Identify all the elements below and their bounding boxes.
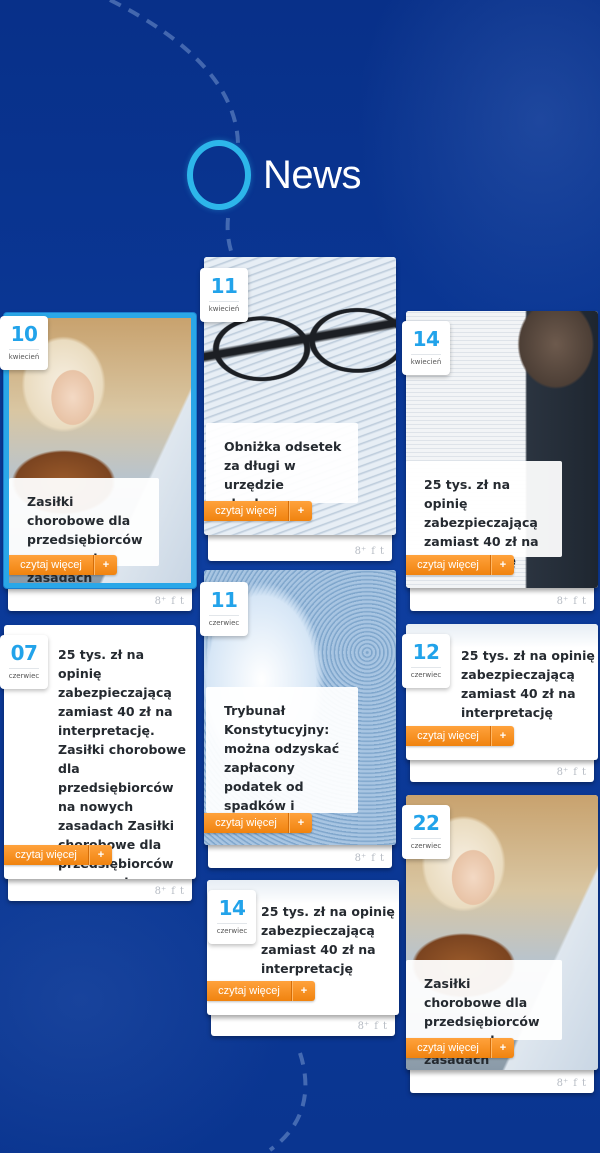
social-links: 8⁺ f t [557,596,586,607]
twitter-icon[interactable]: t [180,886,184,897]
google-plus-icon[interactable]: 8⁺ [355,853,367,864]
plus-icon: + [289,501,312,521]
read-more-button[interactable]: czytaj więcej + [4,845,112,865]
card-title[interactable]: 25 tys. zł na opinię zabezpieczającą zam… [406,461,562,568]
read-more-button[interactable]: czytaj więcej + [204,501,312,521]
plus-icon: + [491,1038,514,1058]
twitter-icon[interactable]: t [380,853,384,864]
news-card[interactable]: 8⁺ f t 25 tys. zł na opinię zabezpieczaj… [0,625,196,901]
read-more-button[interactable]: czytaj więcej + [406,1038,514,1058]
social-links: 8⁺ f t [557,1078,586,1089]
facebook-icon[interactable]: f [573,596,577,607]
date-badge: 10 kwiecień [0,316,48,370]
card-title[interactable]: Obniżka odsetek za długi w urzędzie skar… [206,423,358,511]
plus-icon: + [89,845,112,865]
card-title[interactable]: 25 tys. zł na opinię zabezpieczającą zam… [58,645,188,879]
google-plus-icon[interactable]: 8⁺ [155,886,167,897]
news-card[interactable]: 8⁺ f t 25 tys. zł na opinię zabezpieczaj… [207,880,399,1036]
card-title[interactable]: Zasiłki chorobowe dla przedsiębiorców na… [406,960,562,1067]
google-plus-icon[interactable]: 8⁺ [557,767,569,778]
twitter-icon[interactable]: t [180,596,184,607]
card-title[interactable]: 25 tys. zł na opinię zabezpieczającą zam… [461,646,596,722]
plus-icon: + [289,813,312,833]
read-more-button[interactable]: czytaj więcej + [9,555,117,575]
read-more-button[interactable]: czytaj więcej + [204,813,312,833]
google-plus-icon[interactable]: 8⁺ [355,546,367,557]
news-card[interactable]: 8⁺ f t Trybunał Konstytucyjny: można odz… [200,570,396,868]
plus-icon: + [292,981,315,1001]
plus-icon: + [94,555,117,575]
facebook-icon[interactable]: f [573,767,577,778]
card-title[interactable]: Trybunał Konstytucyjny: można odzyskać z… [206,687,358,832]
social-links: 8⁺ f t [155,886,184,897]
date-badge: 11 czerwiec [200,582,248,636]
date-badge: 11 kwiecień [200,268,248,322]
date-badge: 12 czerwiec [402,634,450,688]
read-more-button[interactable]: czytaj więcej + [406,555,514,575]
date-badge: 14 czerwiec [208,890,256,944]
card-title[interactable]: 25 tys. zł na opinię zabezpieczającą zam… [261,902,396,978]
twitter-icon[interactable]: t [582,767,586,778]
social-links: 8⁺ f t [557,767,586,778]
news-card[interactable]: 8⁺ f t 25 tys. zł na opinię zabezpieczaj… [402,624,598,782]
google-plus-icon[interactable]: 8⁺ [155,596,167,607]
facebook-icon[interactable]: f [371,546,375,557]
plus-icon: + [491,726,514,746]
news-card[interactable]: 8⁺ f t Obniżka odsetek za długi w urzędz… [200,257,396,561]
twitter-icon[interactable]: t [383,1021,387,1032]
card-title[interactable]: Zasiłki chorobowe dla przedsiębiorców na… [9,478,159,583]
twitter-icon[interactable]: t [582,1078,586,1089]
read-more-button[interactable]: czytaj więcej + [207,981,315,1001]
section-header: News [187,135,362,215]
facebook-icon[interactable]: f [171,596,175,607]
date-badge: 07 czerwiec [0,635,48,689]
news-card[interactable]: 8⁺ f t Zasiłki chorobowe dla przedsiębio… [0,313,196,611]
page-title: News [263,152,362,197]
google-plus-icon[interactable]: 8⁺ [358,1021,370,1032]
ring-icon [187,140,251,210]
facebook-icon[interactable]: f [371,853,375,864]
facebook-icon[interactable]: f [171,886,175,897]
facebook-icon[interactable]: f [573,1078,577,1089]
social-links: 8⁺ f t [355,853,384,864]
read-more-button[interactable]: czytaj więcej + [406,726,514,746]
social-links: 8⁺ f t [155,596,184,607]
twitter-icon[interactable]: t [582,596,586,607]
twitter-icon[interactable]: t [380,546,384,557]
google-plus-icon[interactable]: 8⁺ [557,596,569,607]
date-badge: 14 kwiecień [402,321,450,375]
news-card[interactable]: 8⁺ f t Zasiłki chorobowe dla przedsiębio… [402,795,598,1093]
date-badge: 22 czerwiec [402,805,450,859]
news-card[interactable]: 8⁺ f t 25 tys. zł na opinię zabezpieczaj… [402,311,598,611]
social-links: 8⁺ f t [358,1021,387,1032]
social-links: 8⁺ f t [355,546,384,557]
facebook-icon[interactable]: f [374,1021,378,1032]
google-plus-icon[interactable]: 8⁺ [557,1078,569,1089]
plus-icon: + [491,555,514,575]
